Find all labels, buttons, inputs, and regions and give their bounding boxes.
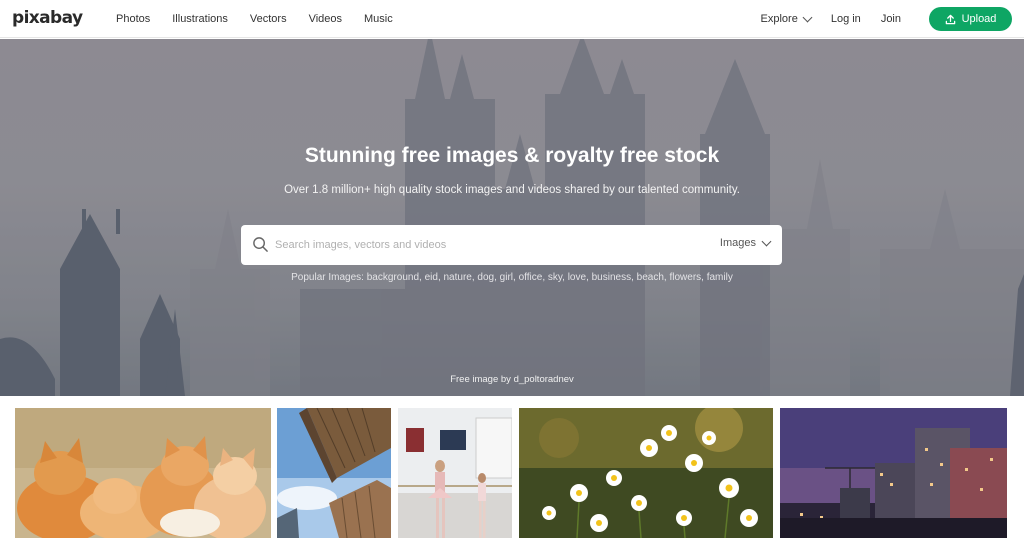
join-link[interactable]: Join	[881, 13, 901, 25]
popular-tag[interactable]: family	[707, 272, 733, 283]
explore-label: Explore	[760, 13, 798, 25]
nav-photos[interactable]: Photos	[116, 13, 150, 25]
popular-tag[interactable]: flowers	[669, 272, 701, 283]
gallery-image-ballet[interactable]	[398, 408, 512, 538]
gallery-image-daisies[interactable]	[519, 408, 773, 538]
gallery-image-kittens[interactable]	[15, 408, 271, 538]
popular-tag[interactable]: beach	[637, 272, 664, 283]
image-gallery	[0, 408, 1024, 538]
search-type-dropdown[interactable]: Images	[719, 236, 772, 249]
upload-label: Upload	[961, 13, 997, 25]
upload-button[interactable]: Upload	[929, 7, 1012, 31]
account-nav: Explore Log in Join Upload	[761, 0, 1012, 38]
popular-tag[interactable]: office	[519, 272, 543, 283]
popular-tag[interactable]: girl	[500, 272, 513, 283]
popular-searches: Popular Images: background, eid, nature,…	[291, 272, 733, 283]
popular-tag[interactable]: sky	[548, 272, 562, 283]
popular-tag[interactable]: business	[592, 272, 631, 283]
chevron-down-icon	[761, 236, 772, 246]
popular-label: Popular Images:	[291, 272, 364, 283]
hero-background-image	[0, 39, 1024, 396]
top-navigation-bar: pixabay Photos Illustrations Vectors Vid…	[0, 0, 1024, 38]
popular-tag[interactable]: nature	[444, 272, 472, 283]
pixabay-logo[interactable]: pixabay	[12, 8, 83, 28]
main-nav: Photos Illustrations Vectors Videos Musi…	[116, 0, 393, 38]
image-credit[interactable]: Free image by d_poltoradnev	[0, 374, 1024, 385]
login-link[interactable]: Log in	[831, 13, 861, 25]
chevron-down-icon	[802, 12, 813, 22]
search-icon[interactable]	[252, 236, 269, 253]
upload-icon	[945, 14, 955, 24]
search-bar: Images	[241, 225, 782, 265]
search-input[interactable]	[275, 234, 695, 256]
search-type-label: Images	[719, 237, 756, 249]
nav-videos[interactable]: Videos	[309, 13, 342, 25]
popular-tag[interactable]: love	[568, 272, 586, 283]
hero-section: Stunning free images & royalty free stoc…	[0, 39, 1024, 396]
popular-tag[interactable]: eid	[425, 272, 438, 283]
nav-vectors[interactable]: Vectors	[250, 13, 287, 25]
nav-illustrations[interactable]: Illustrations	[172, 13, 228, 25]
popular-tag[interactable]: background	[367, 272, 419, 283]
nav-music[interactable]: Music	[364, 13, 393, 25]
hero-title: Stunning free images & royalty free stoc…	[304, 144, 720, 167]
hero-subtitle: Over 1.8 million+ high quality stock ima…	[284, 184, 740, 196]
explore-menu[interactable]: Explore	[760, 12, 813, 25]
gallery-image-skyscrapers[interactable]	[277, 408, 391, 538]
gallery-image-city-dusk[interactable]	[780, 408, 1007, 538]
popular-tag[interactable]: dog	[477, 272, 494, 283]
